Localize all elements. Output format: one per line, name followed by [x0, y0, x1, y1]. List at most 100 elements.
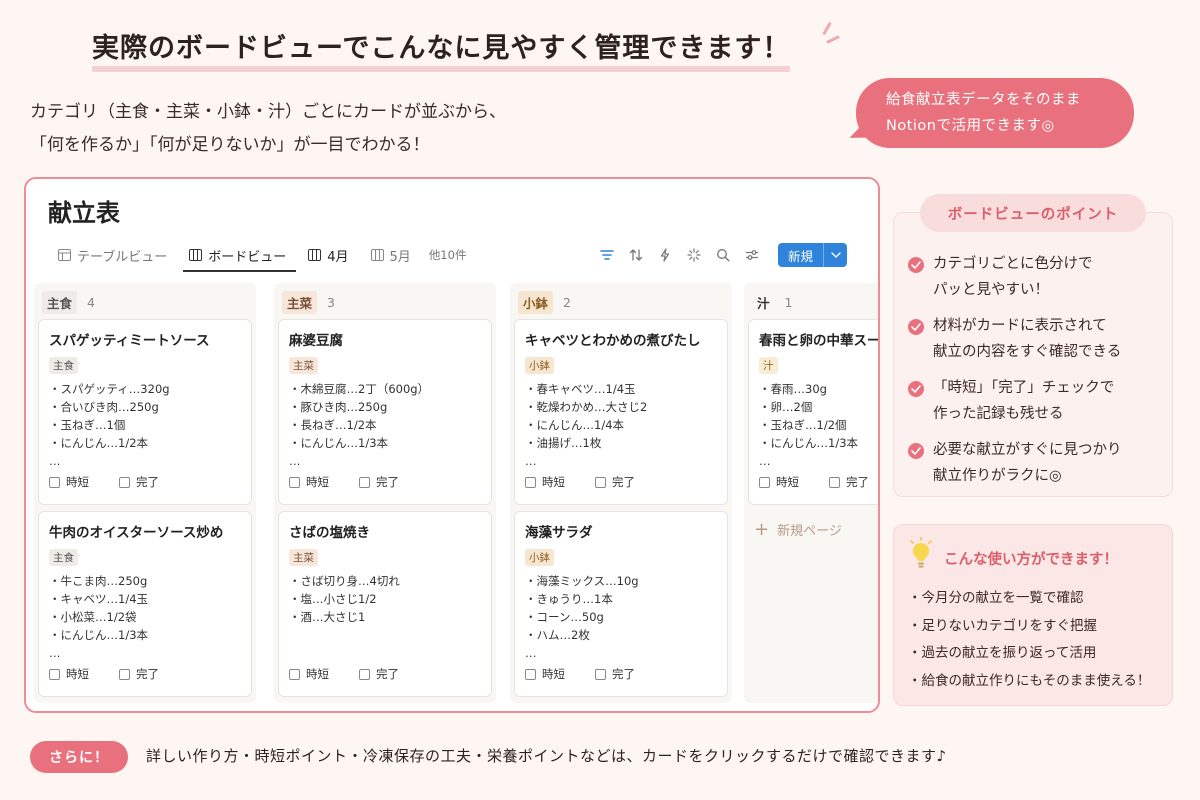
board-card[interactable]: 牛肉のオイスターソース炒め 主食 ・牛こま肉…250g ・キャベツ…1/4玉 ・…: [38, 511, 252, 697]
ingredient: ・木綿豆腐…2丁（600g）: [289, 382, 430, 396]
card-ingredients: ・さば切り身…4切れ ・塩…小さじ1/2 ・酒…大さじ1: [289, 572, 481, 626]
jitan-checkbox[interactable]: 時短: [289, 474, 329, 490]
table-icon: [58, 249, 71, 261]
headline-part2: でこんなに見やすく管理できます！: [342, 33, 791, 72]
board-card[interactable]: 海藻サラダ 小鉢 ・海藻ミックス…10g ・きゅうり…1本 ・コーン…50g ・…: [514, 511, 728, 697]
settings-button[interactable]: [737, 243, 766, 267]
point-item: カテゴリごとに色分けで パッと見やすい！: [908, 251, 1122, 303]
filter-button[interactable]: [592, 243, 621, 267]
jitan-checkbox[interactable]: 時短: [525, 474, 565, 490]
usage-title: こんな使い方ができます！: [944, 551, 1118, 568]
kanryo-checkbox[interactable]: 完了: [359, 666, 399, 682]
checkbox-label: 時短: [66, 475, 89, 489]
jitan-checkbox[interactable]: 時短: [759, 474, 799, 490]
column-main-dish: 主食 4 スパゲッティミートソース 主食 ・スパゲッティ…320g ・合いびき肉…: [34, 283, 256, 703]
checkbox-label: 時短: [306, 475, 329, 489]
column-soup: 汁 1 春雨と卵の中華スープ 汁 ・春雨…30g ・卵…2個 ・玉ねぎ…1/2個…: [744, 283, 878, 703]
card-title: 海藻サラダ: [525, 525, 593, 541]
new-button-dropdown[interactable]: [823, 243, 847, 267]
kanryo-checkbox[interactable]: 完了: [119, 666, 159, 682]
card-category-tag: 主食: [49, 357, 78, 374]
sort-button[interactable]: [621, 243, 650, 267]
jitan-checkbox[interactable]: 時短: [49, 666, 89, 682]
sarani-badge: さらに！: [30, 741, 128, 773]
kanryo-checkbox[interactable]: 完了: [119, 474, 159, 490]
new-button-label: 新規: [788, 248, 814, 264]
checkbox-label: 時短: [776, 475, 799, 489]
kanryo-checkbox[interactable]: 完了: [829, 474, 869, 490]
new-button[interactable]: 新規: [778, 243, 848, 267]
card-checks: 時短 完了: [289, 666, 429, 682]
point-line2: 献立の内容をすぐ確認できる: [933, 344, 1122, 360]
board-card[interactable]: キャベツとわかめの煮びたし 小鉢 ・春キャベツ…1/4玉 ・乾燥わかめ…大さじ2…: [514, 319, 728, 505]
ingredient: …: [525, 454, 537, 468]
checkbox-label: 完了: [612, 475, 635, 489]
ingredient: ・コーン…50g: [525, 610, 604, 624]
usage-list: ・今月分の献立を一覧で確認 ・足りないカテゴリをすぐ把握 ・過去の献立を振り返っ…: [908, 585, 1150, 695]
board-card[interactable]: 麻婆豆腐 主菜 ・木綿豆腐…2丁（600g） ・豚ひき肉…250g ・長ねぎ…1…: [278, 319, 492, 505]
headline: 実際のボードビューでこんなに見やすく管理できます！: [92, 26, 791, 72]
calendar-icon: [308, 249, 322, 261]
column-header[interactable]: 主菜 3: [282, 291, 335, 314]
jitan-checkbox[interactable]: 時短: [525, 666, 565, 682]
column-count: 4: [87, 295, 95, 310]
sliders-icon: [745, 250, 758, 260]
chevron-down-icon: [830, 252, 841, 258]
board-card[interactable]: スパゲッティミートソース 主食 ・スパゲッティ…320g ・合いびき肉…250g…: [38, 319, 252, 505]
lightbulb-icon: [910, 537, 932, 568]
checkbox-label: 時短: [306, 667, 329, 681]
bottom-text: 詳しい作り方・時短ポイント・冷凍保存の工夫・栄養ポイントなどは、カードをクリック…: [146, 747, 947, 765]
kanryo-checkbox[interactable]: 完了: [595, 474, 635, 490]
points-title: ボードビューのポイント: [920, 194, 1146, 232]
checkbox-label: 完了: [136, 475, 159, 489]
card-ingredients: ・木綿豆腐…2丁（600g） ・豚ひき肉…250g ・長ねぎ…1/2本 ・にんじ…: [289, 380, 481, 470]
column-header[interactable]: 主食 4: [42, 291, 95, 314]
ingredient: ・さば切り身…4切れ: [289, 574, 400, 588]
point-line2: 作った記録も残せる: [933, 406, 1064, 422]
usage-item: ・今月分の献立を一覧で確認: [908, 590, 1084, 606]
point-item: 必要な献立がすぐに見つかり 献立作りがラクに◎: [908, 437, 1122, 489]
point-line2: パッと見やすい！: [933, 282, 1049, 298]
tab-label: 4月: [327, 249, 349, 265]
speech-bubble: 給食献立表データをそのまま Notionで活用できます◎: [856, 78, 1134, 148]
new-page-button[interactable]: + 新規ページ: [744, 509, 878, 549]
board-card[interactable]: さばの塩焼き 主菜 ・さば切り身…4切れ ・塩…小さじ1/2 ・酒…大さじ1 時…: [278, 511, 492, 697]
automation-button[interactable]: [650, 243, 679, 267]
point-line2: 献立作りがラクに◎: [933, 468, 1062, 484]
usage-header: こんな使い方ができます！: [908, 537, 1118, 571]
card-ingredients: ・牛こま肉…250g ・キャベツ…1/4玉 ・小松菜…1/2袋 ・にんじん…1/…: [49, 572, 241, 662]
ingredient: ・ハム…2枚: [525, 628, 590, 642]
board-card[interactable]: 春雨と卵の中華スープ 汁 ・春雨…30g ・卵…2個 ・玉ねぎ…1/2個 ・にん…: [748, 319, 878, 505]
ingredient: ・小松菜…1/2袋: [49, 610, 137, 624]
more-views-link[interactable]: 他10件: [429, 241, 467, 269]
ingredient: ・長ねぎ…1/2本: [289, 418, 377, 432]
point-line1: 材料がカードに表示されて: [933, 318, 1107, 334]
ingredient: …: [759, 454, 771, 468]
ingredient: ・海藻ミックス…10g: [525, 574, 639, 588]
ingredient: ・にんじん…1/3本: [49, 628, 149, 642]
check-circle-icon: [908, 381, 924, 397]
filter-icon: [599, 250, 614, 260]
check-circle-icon: [908, 443, 924, 459]
tab-table-view[interactable]: テーブルビュー: [58, 241, 167, 269]
board-title: 献立表: [48, 199, 120, 227]
column-header[interactable]: 汁 1: [752, 291, 792, 314]
card-category-tag: 小鉢: [525, 549, 554, 566]
lightning-icon: [660, 248, 669, 262]
ai-button[interactable]: [679, 243, 708, 267]
tab-april[interactable]: 4月: [308, 241, 349, 269]
ingredient: ・春キャベツ…1/4玉: [525, 382, 636, 396]
tab-may[interactable]: 5月: [370, 241, 411, 269]
jitan-checkbox[interactable]: 時短: [289, 666, 329, 682]
kanryo-checkbox[interactable]: 完了: [359, 474, 399, 490]
sparkle-decoration: [812, 21, 842, 54]
checkbox-label: 時短: [66, 667, 89, 681]
jitan-checkbox[interactable]: 時短: [49, 474, 89, 490]
points-panel: カテゴリごとに色分けで パッと見やすい！ 材料がカードに表示されて 献立の内容をすぐ…: [893, 212, 1173, 497]
sort-icon: [629, 249, 642, 261]
search-button[interactable]: [708, 243, 737, 267]
tab-board-view[interactable]: ボードビュー: [183, 241, 297, 272]
column-header[interactable]: 小鉢 2: [518, 291, 571, 314]
card-title: 牛肉のオイスターソース炒め: [49, 525, 224, 541]
kanryo-checkbox[interactable]: 完了: [595, 666, 635, 682]
